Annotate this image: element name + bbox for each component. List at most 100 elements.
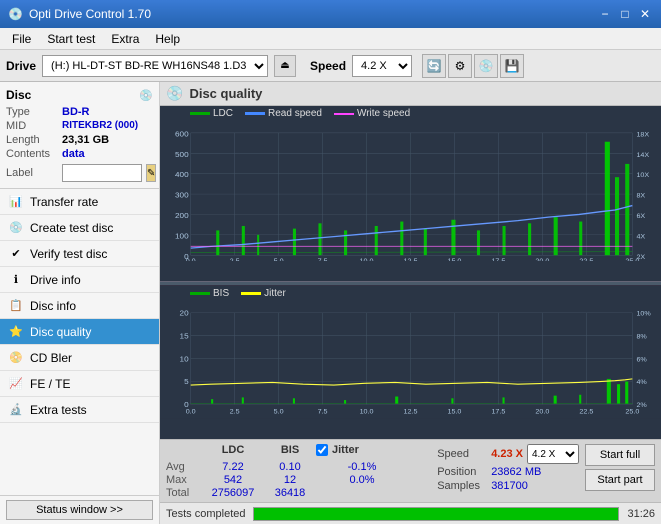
label-input[interactable] [62,164,142,182]
content-header: 💿 Disc quality [160,82,661,106]
total-label: Total [166,487,202,499]
sidebar-item-drive-info[interactable]: ℹ Drive info [0,267,159,293]
sidebar-item-transfer-rate[interactable]: 📊 Transfer rate [0,189,159,215]
max-row: Max 542 12 0.0% [166,474,431,486]
svg-text:400: 400 [175,171,189,179]
read-speed-legend-color [245,112,265,115]
progress-bar [254,508,618,520]
sidebar-item-cd-bler[interactable]: 📀 CD Bler [0,345,159,371]
refresh-button[interactable]: 🔄 [422,54,446,78]
svg-text:10.0: 10.0 [360,409,374,415]
svg-text:8X: 8X [636,193,645,199]
sidebar-item-verify-test-disc[interactable]: ✔ Verify test disc [0,241,159,267]
contents-label: Contents [6,148,58,160]
bis-legend-color [190,292,210,295]
menu-extra[interactable]: Extra [103,30,147,48]
svg-text:22.5: 22.5 [579,259,593,262]
disc-length-row: Length 23,31 GB [6,134,153,146]
drive-label: Drive [6,59,36,73]
eject-button[interactable]: ⏏ [274,55,296,77]
speed-select[interactable]: 4.2 X [352,55,412,77]
sidebar-item-fe-te[interactable]: 📈 FE / TE [0,371,159,397]
sidebar-item-extra-tests[interactable]: 🔬 Extra tests [0,397,159,423]
sidebar-item-label-drive-info: Drive info [30,273,81,287]
sidebar-item-label-extra-tests: Extra tests [30,403,87,417]
drive-select[interactable]: (H:) HL-DT-ST BD-RE WH16NS48 1.D3 [42,55,268,77]
transfer-rate-icon: 📊 [8,194,24,210]
disc-mid-row: MID RITEKBR2 (000) [6,120,153,132]
bis-legend-label: BIS [213,288,229,299]
avg-row: Avg 7.22 0.10 -0.1% [166,461,431,473]
length-label: Length [6,134,58,146]
svg-text:10.0: 10.0 [360,259,374,262]
chart2-legend: BIS Jitter [160,286,661,301]
write-speed-legend-color [334,113,354,115]
jitter-checkbox[interactable] [316,444,328,456]
start-part-button[interactable]: Start part [585,469,655,491]
type-label: Type [6,106,58,118]
sidebar-item-label-disc-info: Disc info [30,299,76,313]
disc-contents-row: Contents data [6,148,153,160]
jitter-legend: Jitter [241,288,286,299]
jitter-legend-color [241,292,261,295]
samples-value: 381700 [491,480,528,492]
speed-position-info: Speed 4.23 X 4.2 X Position 23862 MB Sam… [437,444,579,492]
bottom-panel: LDC BIS Jitter Avg 7.22 0.10 - [160,439,661,502]
chart2-wrapper: BIS Jitter [160,286,661,439]
speed-select-dropdown[interactable]: 4.2 X [527,444,579,464]
svg-text:18X: 18X [636,132,649,138]
svg-text:2.5: 2.5 [230,259,240,262]
sidebar-item-create-test-disc[interactable]: 💿 Create test disc [0,215,159,241]
status-window-button[interactable]: Status window >> [6,500,153,520]
svg-text:8%: 8% [636,334,646,340]
svg-text:500: 500 [175,150,189,158]
checkbox-area [316,444,332,459]
disc-quality-icon: ⭐ [8,324,24,340]
start-full-button[interactable]: Start full [585,444,655,466]
sidebar: Disc 💿 Type BD-R MID RITEKBR2 (000) Leng… [0,82,160,524]
contents-value: data [62,148,85,160]
label-edit-button[interactable]: ✎ [146,164,156,182]
disc-image-icon: 💿 [139,89,153,102]
svg-text:12.5: 12.5 [404,409,418,415]
disc-info-icon: 📋 [8,298,24,314]
sidebar-item-disc-info[interactable]: 📋 Disc info [0,293,159,319]
avg-jitter: -0.1% [316,461,388,473]
bis-legend: BIS [190,288,229,299]
speed-value: 4.23 X [491,448,523,460]
app-title-text: Opti Drive Control 1.70 [29,7,151,21]
jitter-legend-label: Jitter [264,288,286,299]
cd-bler-icon: 📀 [8,350,24,366]
close-button[interactable]: ✕ [637,6,653,22]
create-test-disc-icon: 💿 [8,220,24,236]
svg-text:12.5: 12.5 [404,259,418,262]
nav-section: 📊 Transfer rate 💿 Create test disc ✔ Ver… [0,189,159,495]
menu-help[interactable]: Help [147,30,188,48]
fe-te-icon: 📈 [8,376,24,392]
progress-container [253,507,619,521]
menu-file[interactable]: File [4,30,39,48]
bis-header: BIS [264,444,316,459]
menu-start-test[interactable]: Start test [39,30,103,48]
svg-text:7.5: 7.5 [318,409,328,415]
svg-text:4%: 4% [636,380,646,386]
total-bis: 36418 [264,487,316,499]
minimize-button[interactable]: − [597,6,613,22]
disc-quality-header-icon: 💿 [166,85,183,102]
svg-text:600: 600 [175,130,189,138]
ldc-header: LDC [202,444,264,459]
drive-info-icon: ℹ [8,272,24,288]
disc-button[interactable]: 💿 [474,54,498,78]
svg-text:300: 300 [175,191,189,199]
stats-area: LDC BIS Jitter Avg 7.22 0.10 - [166,444,655,499]
status-text: Tests completed [166,508,245,520]
settings-button[interactable]: ⚙ [448,54,472,78]
sidebar-item-label-disc-quality: Disc quality [30,325,91,339]
empty-header [166,444,202,459]
app-title: 💿 Opti Drive Control 1.70 [8,7,151,21]
sidebar-item-disc-quality[interactable]: ⭐ Disc quality [0,319,159,345]
action-buttons: Start full Start part [585,444,655,491]
maximize-button[interactable]: □ [617,6,633,22]
save-button[interactable]: 💾 [500,54,524,78]
stats-headers: LDC BIS Jitter [166,444,431,459]
